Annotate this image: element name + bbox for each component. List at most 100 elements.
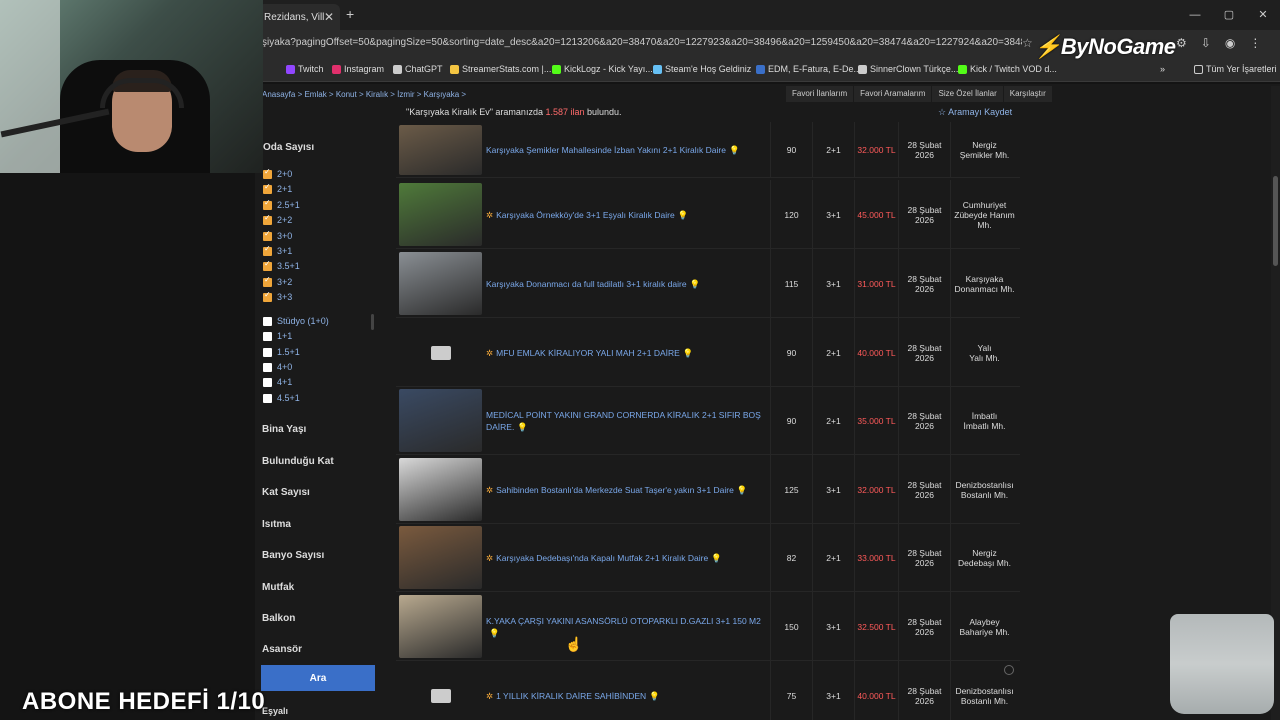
listing-title-text[interactable]: Karşıyaka Örnekköy'de 3+1 Eşyalı Kiralık…	[496, 210, 675, 220]
listing-title-text[interactable]: MFU EMLAK KİRALIYOR YALI MAH 2+1 DAİRE	[496, 348, 680, 358]
room-checkbox[interactable]	[263, 393, 272, 403]
room-checkbox[interactable]	[263, 275, 272, 287]
room-option[interactable]: 2.5+1	[263, 198, 300, 211]
downloads-icon[interactable]: ⇩	[1201, 36, 1211, 50]
room-option[interactable]: 3+0	[263, 229, 292, 242]
top-nav-item[interactable]: Karşılaştır	[1004, 86, 1053, 102]
page-scrollbar-thumb[interactable]	[1273, 176, 1278, 266]
profile-icon[interactable]: ◉	[1225, 36, 1235, 50]
room-checkbox[interactable]	[263, 259, 272, 271]
listing-title-text[interactable]: K.YAKA ÇARŞI YAKINI ASANSÖRLÜ OTOPARKLI …	[486, 616, 761, 626]
listing-thumbnail[interactable]	[399, 183, 482, 246]
room-checkbox[interactable]	[263, 167, 272, 179]
room-checkbox[interactable]	[263, 347, 272, 357]
listing-title-text[interactable]: Karşıyaka Donanmacı da full tadilatlı 3+…	[486, 279, 687, 289]
listing-title[interactable]: Karşıyaka Donanmacı da full tadilatlı 3+…	[486, 249, 770, 318]
listing-title-text[interactable]: Karşıyaka Dedebaşı'nda Kapalı Mutfak 2+1…	[496, 553, 708, 563]
room-checkbox[interactable]	[263, 213, 272, 225]
bookmark-item[interactable]: KickLogz - Kick Yayı...	[552, 64, 653, 74]
bookmark-item[interactable]: ChatGPT	[393, 64, 443, 74]
room-option[interactable]: 4.5+1	[263, 392, 300, 404]
sidebar-section[interactable]: Isıtma	[262, 519, 291, 530]
room-option[interactable]: 2+1	[263, 182, 292, 195]
listing-row[interactable]: ✲ MFU EMLAK KİRALIYOR YALI MAH 2+1 DAİRE 💡…	[396, 318, 1020, 387]
listing-title[interactable]: ✲ Karşıyaka Örnekköy'de 3+1 Eşyalı Kiralı…	[486, 180, 770, 249]
room-option[interactable]: 3+1	[263, 244, 292, 257]
room-checkbox[interactable]	[263, 229, 272, 241]
room-option[interactable]: 4+1	[263, 376, 292, 388]
room-option[interactable]: 4+0	[263, 361, 292, 373]
new-tab-button[interactable]: +	[346, 6, 354, 22]
bookmark-item[interactable]: SinnerClown Türkçe...	[858, 64, 958, 74]
room-checkbox[interactable]	[263, 198, 272, 210]
sidebar-section[interactable]: Balkon	[262, 613, 295, 624]
listing-thumbnail[interactable]	[399, 526, 482, 589]
sidebar-section-furnished[interactable]: Eşyalı	[262, 706, 288, 716]
sidebar-section[interactable]: Banyo Sayısı	[262, 550, 324, 561]
bookmark-item[interactable]: Twitch	[286, 64, 324, 74]
listing-thumbnail[interactable]	[399, 664, 482, 720]
listing-thumbnail[interactable]	[399, 595, 482, 658]
listing-title[interactable]: ✲ MFU EMLAK KİRALIYOR YALI MAH 2+1 DAİRE 💡	[486, 318, 770, 387]
bookmarks-more[interactable]: »	[1160, 64, 1165, 74]
listing-row[interactable]: MEDİCAL POİNT YAKINI GRAND CORNERDA KİRA…	[396, 386, 1020, 455]
room-checkbox[interactable]	[263, 316, 272, 326]
listing-title[interactable]: ✲ Sahibinden Bostanlı'da Merkezde Suat Ta…	[486, 455, 770, 524]
top-nav-item[interactable]: Size Özel İlanlar	[932, 86, 1004, 102]
listing-row[interactable]: ✲ Karşıyaka Dedebaşı'nda Kapalı Mutfak 2+…	[396, 523, 1020, 592]
listing-title-text[interactable]: 1 YILLIK KİRALIK DAİRE SAHİBİNDEN	[496, 691, 646, 701]
listing-title[interactable]: ✲ Karşıyaka Dedebaşı'nda Kapalı Mutfak 2+…	[486, 523, 770, 592]
minimize-button[interactable]: —	[1178, 0, 1212, 30]
listing-row[interactable]: K.YAKA ÇARŞI YAKINI ASANSÖRLÜ OTOPARKLI …	[396, 592, 1020, 661]
room-option[interactable]: 2+0	[263, 167, 292, 180]
tab-close-icon[interactable]: ✕	[324, 10, 334, 24]
listing-thumbnail[interactable]	[399, 389, 482, 452]
listing-thumbnail[interactable]	[399, 321, 482, 384]
maximize-button[interactable]: ▢	[1212, 0, 1246, 30]
sidebar-section[interactable]: Asansör	[262, 644, 302, 655]
room-option[interactable]: 3.5+1	[263, 259, 300, 272]
listing-thumbnail[interactable]	[399, 252, 482, 315]
sidebar-section[interactable]: Bulunduğu Kat	[262, 456, 334, 467]
sidebar-section[interactable]: Bina Yaşı	[262, 424, 306, 435]
extensions-icon[interactable]: ⚙	[1176, 36, 1187, 50]
url-field[interactable]: şiyaka?pagingOffset=50&pagingSize=50&sor…	[262, 37, 1022, 48]
listing-thumbnail[interactable]	[399, 125, 482, 175]
room-option[interactable]: 3+3	[263, 290, 292, 303]
room-checkbox[interactable]	[263, 244, 272, 256]
bookmark-item[interactable]: StreamerStats.com |...	[450, 64, 551, 74]
listing-title-text[interactable]: Karşıyaka Şemikler Mahallesinde İzban Ya…	[486, 145, 726, 155]
all-bookmarks[interactable]: Tüm Yer İşaretleri	[1194, 64, 1277, 74]
room-count-title[interactable]: Oda Sayısı	[263, 142, 314, 153]
room-option[interactable]: 1.5+1	[263, 346, 300, 358]
listing-thumbnail[interactable]	[399, 458, 482, 521]
top-nav-item[interactable]: Favori Aramalarım	[854, 86, 933, 102]
room-option[interactable]: Stüdyo (1+0)	[263, 315, 329, 327]
bookmark-item[interactable]: EDM, E-Fatura, E-De...	[756, 64, 861, 74]
listing-row[interactable]: Karşıyaka Şemikler Mahallesinde İzban Ya…	[396, 122, 1020, 178]
listing-title-text[interactable]: Sahibinden Bostanlı'da Merkezde Suat Taş…	[496, 485, 734, 495]
room-checkbox[interactable]	[263, 331, 272, 341]
menu-icon[interactable]: ⋮	[1249, 36, 1261, 50]
close-ad-icon[interactable]	[1004, 665, 1014, 675]
room-option[interactable]: 3+2	[263, 275, 292, 288]
room-option[interactable]: 1+1	[263, 330, 292, 342]
listing-row[interactable]: ✲ Sahibinden Bostanlı'da Merkezde Suat Ta…	[396, 455, 1020, 524]
listing-title[interactable]: MEDİCAL POİNT YAKINI GRAND CORNERDA KİRA…	[486, 386, 770, 455]
listing-title[interactable]: ✲ 1 YILLIK KİRALIK DAİRE SAHİBİNDEN 💡	[486, 661, 770, 720]
room-checkbox[interactable]	[263, 362, 272, 372]
listing-title[interactable]: K.YAKA ÇARŞI YAKINI ASANSÖRLÜ OTOPARKLI …	[486, 592, 770, 661]
browser-tab[interactable]: Rezidans, Villa ✕	[258, 4, 340, 30]
bookmark-item[interactable]: Instagram	[332, 64, 384, 74]
listing-row[interactable]: Karşıyaka Donanmacı da full tadilatlı 3+…	[396, 249, 1020, 318]
room-checkbox[interactable]	[263, 377, 272, 387]
sidebar-section[interactable]: Kat Sayısı	[262, 487, 310, 498]
listing-row[interactable]: ✲ Karşıyaka Örnekköy'de 3+1 Eşyalı Kiralı…	[396, 180, 1020, 249]
room-list-scrollbar[interactable]	[371, 314, 374, 330]
bookmark-item[interactable]: Kick / Twitch VOD d...	[958, 64, 1057, 74]
room-checkbox[interactable]	[263, 290, 272, 302]
top-nav-item[interactable]: Favori İlanlarım	[786, 86, 855, 102]
bookmark-star-icon[interactable]: ☆	[1022, 36, 1033, 50]
sidebar-section[interactable]: Mutfak	[262, 582, 294, 593]
search-button[interactable]: Ara	[261, 665, 375, 691]
